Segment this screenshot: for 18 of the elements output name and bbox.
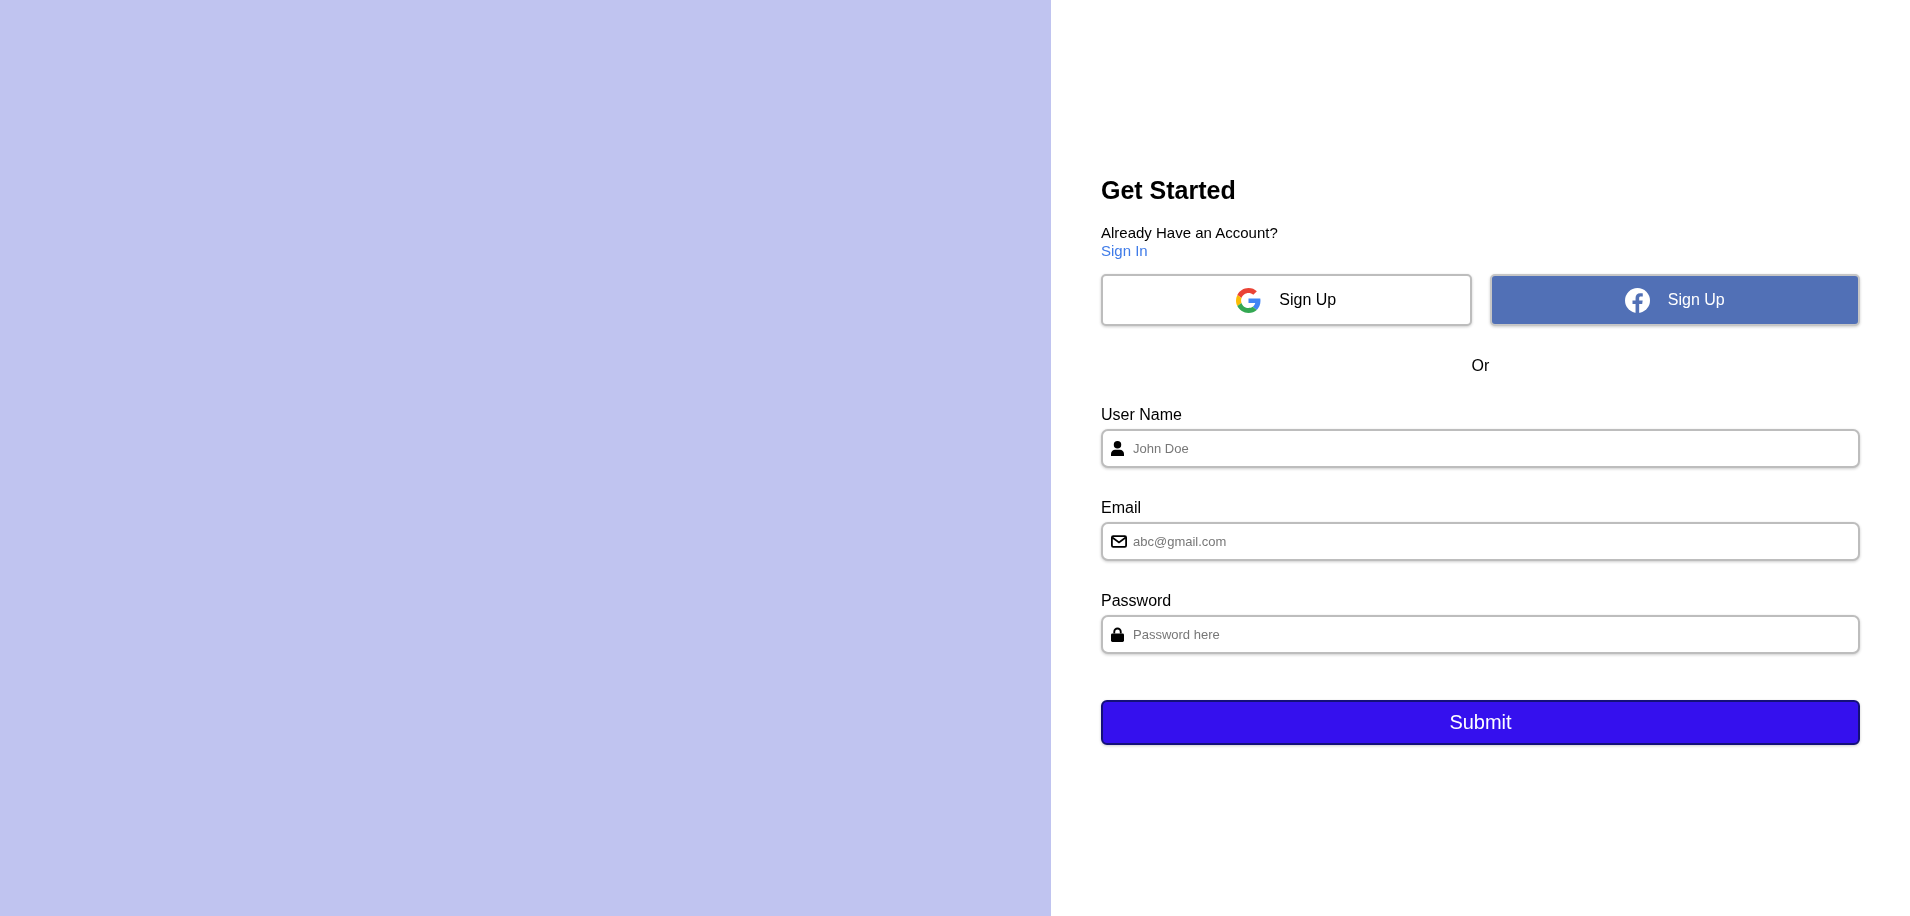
password-label: Password bbox=[1101, 592, 1172, 610]
lock-icon bbox=[1111, 627, 1124, 642]
google-logo-icon bbox=[1236, 287, 1262, 313]
or-divider-text: Or bbox=[1471, 357, 1490, 375]
account-prompt: Already Have an Account? bbox=[1101, 224, 1278, 242]
password-input-field[interactable]: Password here bbox=[1101, 615, 1860, 654]
email-label: Email bbox=[1101, 499, 1141, 517]
user-input-field[interactable]: John Doe bbox=[1101, 429, 1860, 468]
google-sign-up-button[interactable]: Sign Up bbox=[1101, 274, 1472, 326]
envelope-icon bbox=[1111, 535, 1127, 548]
facebook-logo-icon bbox=[1624, 287, 1650, 313]
sign-in-link[interactable]: Sign In bbox=[1101, 242, 1148, 260]
email-input-field[interactable]: abc@gmail.com bbox=[1101, 522, 1860, 561]
submit-button[interactable]: Submit bbox=[1101, 700, 1860, 745]
page-title: Get Started bbox=[1101, 175, 1237, 205]
user-label: User Name bbox=[1101, 406, 1182, 424]
facebook-sign-up-button[interactable]: Sign Up bbox=[1489, 274, 1860, 326]
person-icon bbox=[1111, 441, 1124, 456]
